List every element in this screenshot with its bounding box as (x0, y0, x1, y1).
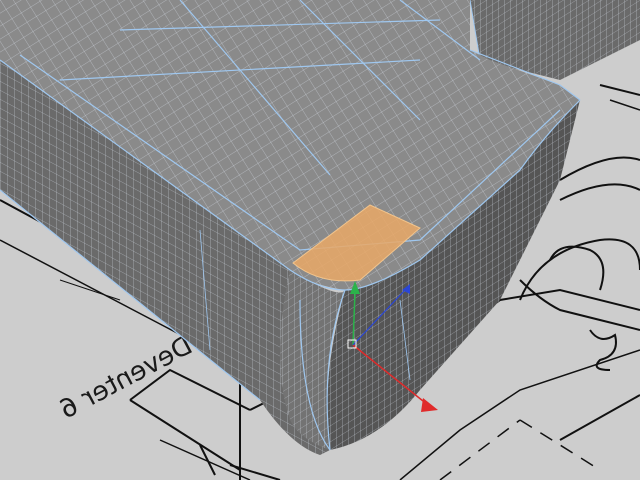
3d-viewport[interactable]: Deventer 6 (0, 0, 640, 480)
viewport-canvas[interactable]: Deventer 6 (0, 0, 640, 480)
